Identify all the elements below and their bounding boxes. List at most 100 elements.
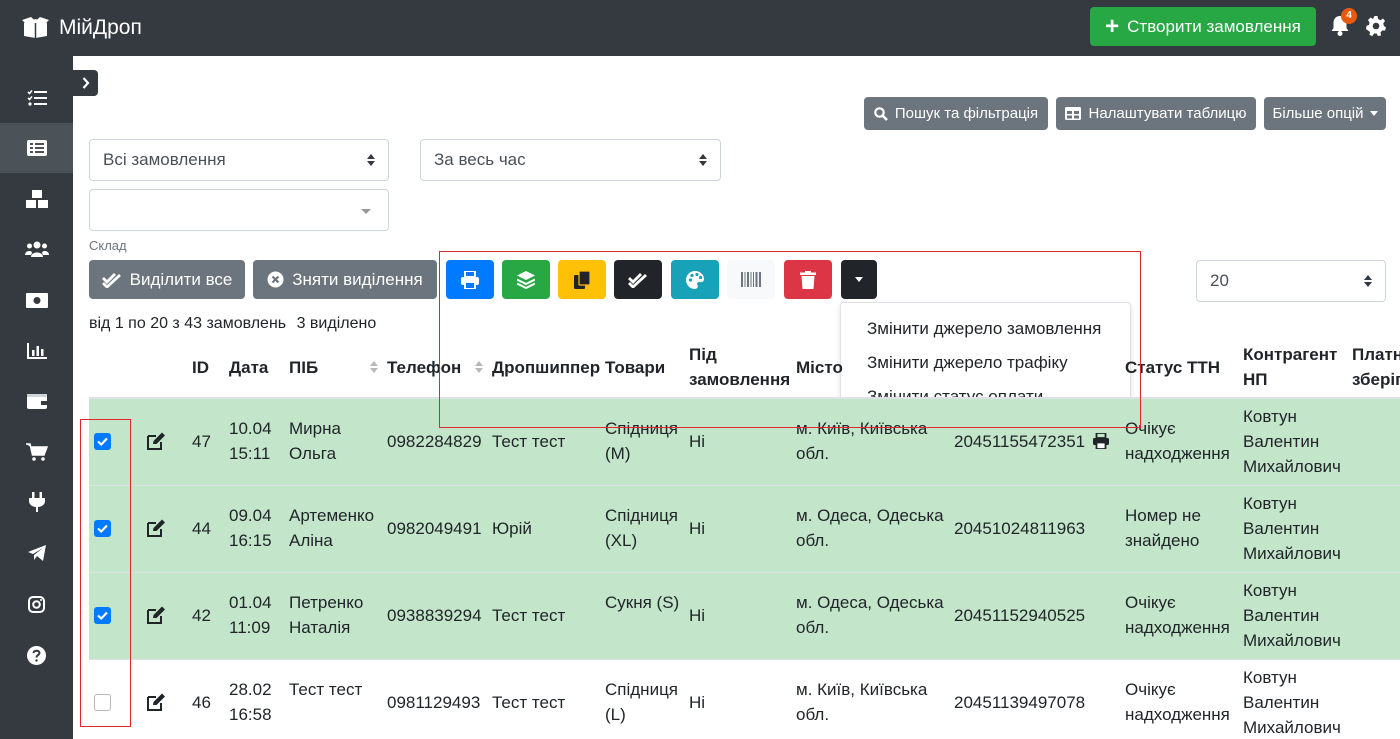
phone-cell: 0982049491	[387, 516, 482, 541]
sidebar-item-wallet[interactable]	[0, 376, 73, 426]
ttn-number[interactable]: 20451139497078	[954, 693, 1085, 712]
deselect-button[interactable]: Зняти виділення	[253, 260, 437, 299]
th-name[interactable]: ПІБ	[289, 355, 318, 380]
phone-cell: 0938839294	[387, 603, 482, 628]
sidebar-item-orders[interactable]	[0, 123, 73, 173]
period-filter-select[interactable]: За весь час	[420, 139, 721, 181]
sidebar-item-users[interactable]	[0, 224, 73, 274]
goods-cell-line2: (M)	[605, 444, 631, 463]
name-cell: Артеменко Аліна	[289, 503, 374, 553]
brand[interactable]: МійДроп	[22, 12, 142, 44]
orders-filter-select[interactable]: Всі замовлення	[89, 139, 389, 181]
notifications-badge: 4	[1341, 8, 1357, 24]
id-cell-line1: 44	[192, 519, 211, 538]
date-cell-line2: 15:11	[229, 444, 271, 463]
sidebar-item-help[interactable]	[0, 630, 73, 680]
sidebar-item-tasks[interactable]	[0, 73, 73, 123]
th-storage-pay[interactable]: Платн зберіг	[1352, 342, 1400, 392]
users-icon	[24, 241, 49, 257]
name-cell-line1: Мирна	[289, 419, 341, 438]
ttn-number[interactable]: 20451024811963	[954, 519, 1085, 538]
sidebar-toggle-button[interactable]	[73, 70, 98, 96]
warehouse-label: Склад	[89, 238, 127, 253]
agent-cell-line2: Валентин	[1243, 432, 1320, 451]
chevron-right-icon	[82, 77, 89, 89]
sidebar-item-finance[interactable]	[0, 275, 73, 325]
th-storage-pay-line2: зберіг	[1352, 370, 1400, 389]
table-row[interactable]: 44 09.04 16:15 Артеменко Аліна 0982049491 Юрій…	[89, 486, 1400, 573]
warehouse-select[interactable]	[89, 189, 389, 231]
sort-icon[interactable]	[370, 361, 378, 374]
question-circle-icon	[27, 645, 46, 665]
id-cell: 46	[192, 690, 211, 715]
date-cell-line1: 28.02	[229, 680, 272, 699]
search-filter-button[interactable]: Пошук та фільтрація	[864, 97, 1048, 130]
th-agent[interactable]: Контрагент НП	[1243, 342, 1337, 392]
ttn-cell: 20451152940525	[954, 603, 1085, 628]
sidebar-item-integrations[interactable]	[0, 477, 73, 527]
ttn-cell: 20451155472351	[954, 429, 1110, 454]
edit-icon[interactable]	[146, 693, 166, 711]
name-cell-line2: Аліна	[289, 531, 333, 550]
id-cell-line1: 46	[192, 693, 211, 712]
table-icon	[1065, 107, 1082, 120]
status-cell-line2: надходження	[1125, 705, 1230, 724]
date-cell: 09.04 16:15	[229, 503, 272, 553]
date-cell-line1: 01.04	[229, 593, 272, 612]
name-cell-line1: Тест тест	[289, 680, 363, 699]
times-circle-icon	[267, 271, 284, 288]
table-row[interactable]: 42 01.04 11:09 Петренко Наталія 0938839294 Тес…	[89, 573, 1400, 660]
plus-icon: +	[1105, 12, 1120, 40]
search-filter-label: Пошук та фільтрація	[894, 105, 1039, 122]
sidebar-item-analytics[interactable]	[0, 326, 73, 376]
deselect-label: Зняти виділення	[292, 269, 423, 289]
preorder-cell-line1: Ні	[689, 693, 706, 712]
ttn-number[interactable]: 20451155472351	[954, 432, 1085, 451]
highlight-box-actions	[439, 251, 1141, 428]
status-cell-line1: Очікує	[1125, 593, 1176, 612]
sidebar-item-telegram[interactable]	[0, 528, 73, 578]
edit-icon[interactable]	[146, 606, 166, 624]
agent-cell-line1: Ковтун	[1243, 407, 1297, 426]
date-cell-line1: 09.04	[229, 506, 272, 525]
date-cell: 01.04 11:09	[229, 590, 272, 640]
box-open-icon	[22, 17, 49, 38]
dropshipper-cell-line1: Тест тест	[492, 432, 566, 451]
ttn-cell: 20451139497078	[954, 690, 1085, 715]
city-cell-line1: м. Київ, Київська	[796, 680, 928, 699]
agent-cell: Ковтун Валентин Михайлович	[1243, 491, 1341, 566]
results-summary: від 1 по 20 з 43 замовлень 3 виділено	[89, 315, 382, 333]
sidebar	[0, 56, 73, 739]
more-options-button[interactable]: Більше опцій	[1264, 97, 1386, 130]
select-all-button[interactable]: Виділити все	[89, 260, 245, 299]
th-id[interactable]: ID	[192, 355, 209, 380]
table-row[interactable]: 46 28.02 16:58 Тест тест 0981129493 Тест тест…	[89, 660, 1400, 739]
ttn-number[interactable]: 20451152940525	[954, 606, 1085, 625]
name-cell: Тест тест	[289, 677, 362, 702]
name-cell-line2: Ольга	[289, 444, 337, 463]
boxes-icon	[25, 190, 48, 208]
sidebar-item-instagram[interactable]	[0, 579, 73, 629]
print-icon[interactable]	[1093, 432, 1110, 450]
create-order-button[interactable]: + Створити замовлення	[1090, 7, 1316, 46]
th-name-label: ПІБ	[289, 358, 319, 377]
status-cell-line2: надходження	[1125, 444, 1230, 463]
phone-cell: 0981129493	[387, 690, 480, 715]
gear-icon[interactable]	[1366, 16, 1386, 36]
dropshipper-cell-line1: Тест тест	[492, 693, 566, 712]
ttn-cell: 20451024811963	[954, 516, 1085, 541]
city-cell: м. Одеса, Одеська обл.	[796, 503, 944, 553]
sidebar-item-shop[interactable]	[0, 427, 73, 477]
select-arrows-icon	[1364, 275, 1372, 287]
sidebar-item-warehouse[interactable]	[0, 174, 73, 224]
id-cell: 47	[192, 429, 211, 454]
per-page-select[interactable]: 20	[1196, 260, 1386, 302]
edit-icon[interactable]	[146, 519, 166, 537]
agent-cell-line1: Ковтун	[1243, 581, 1297, 600]
chart-bar-icon	[26, 343, 47, 359]
table-settings-button[interactable]: Налаштувати таблицю	[1056, 97, 1256, 130]
dropshipper-cell-line1: Тест тест	[492, 606, 566, 625]
edit-icon[interactable]	[146, 432, 166, 450]
th-date[interactable]: Дата	[229, 355, 268, 380]
phone-cell-line1: 0982049491	[387, 519, 482, 538]
